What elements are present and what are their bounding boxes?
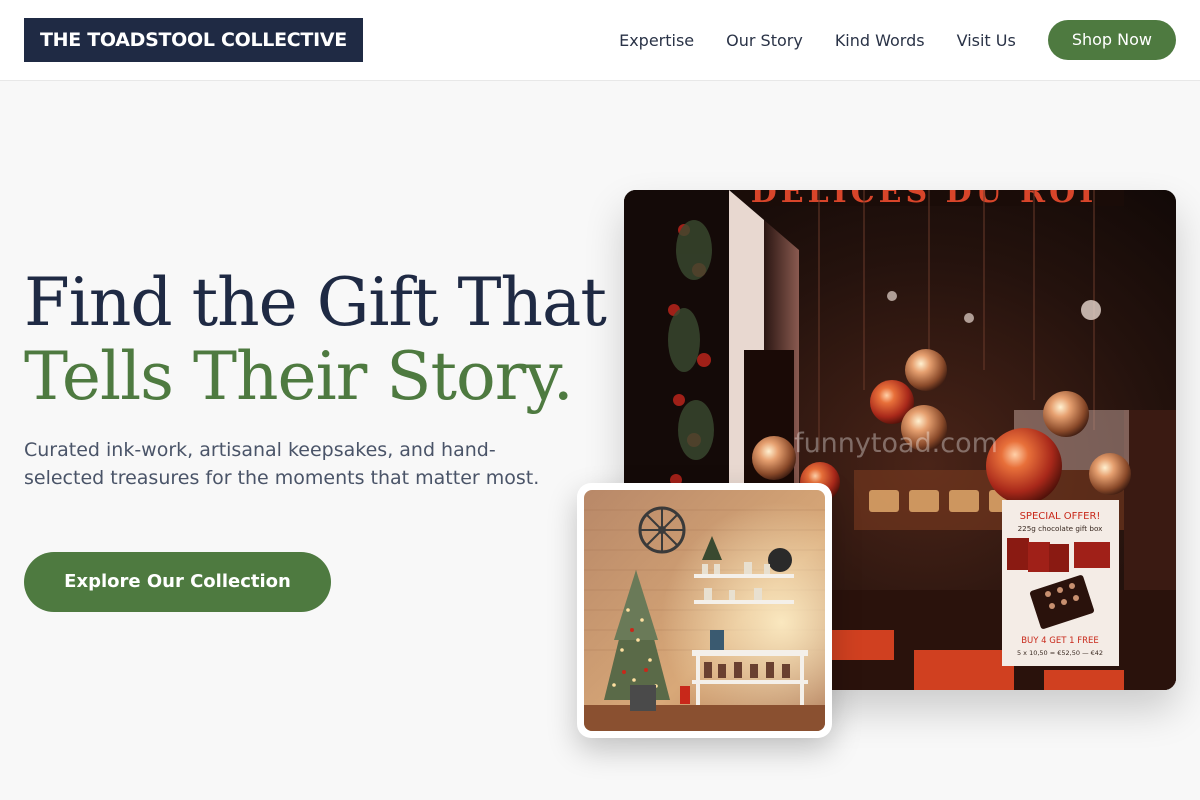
poster-price: 5 x 10,50 = €52,50 — €42 xyxy=(1017,649,1103,657)
site-header: THE TOADSTOOL COLLECTIVE Expertise Our S… xyxy=(0,0,1200,81)
hero-headline-line1: Find the Gift That xyxy=(24,264,607,341)
poster-promo: BUY 4 GET 1 FREE xyxy=(1021,636,1099,646)
shop-now-button[interactable]: Shop Now xyxy=(1047,20,1176,60)
explore-collection-button[interactable]: Explore Our Collection xyxy=(24,552,331,612)
storefront-watermark: funnytoad.com xyxy=(794,428,998,459)
inset-image-frame xyxy=(577,483,832,738)
nav-link-expertise[interactable]: Expertise xyxy=(619,31,694,50)
special-offer-poster: SPECIAL OFFER! 225g chocolate gift box B… xyxy=(1002,500,1119,666)
hero-headline-line2: Tells Their Story. xyxy=(24,338,574,415)
brand-logo[interactable]: THE TOADSTOOL COLLECTIVE xyxy=(24,18,363,62)
hero-headline: Find the Gift That Tells Their Story. xyxy=(24,264,607,415)
storefront-sign-text: DELICES DU ROI xyxy=(751,190,1098,210)
nav-link-our-story[interactable]: Our Story xyxy=(726,31,803,50)
poster-heading: SPECIAL OFFER! xyxy=(1020,511,1101,522)
nav-link-visit-us[interactable]: Visit Us xyxy=(957,31,1016,50)
main-nav: Expertise Our Story Kind Words Visit Us … xyxy=(619,20,1176,60)
gift-shop-interior-image xyxy=(584,490,825,731)
nav-link-kind-words[interactable]: Kind Words xyxy=(835,31,925,50)
hero-subtext: Curated ink-work, artisanal keepsakes, a… xyxy=(24,439,540,489)
poster-subheading: 225g chocolate gift box xyxy=(1018,524,1104,533)
